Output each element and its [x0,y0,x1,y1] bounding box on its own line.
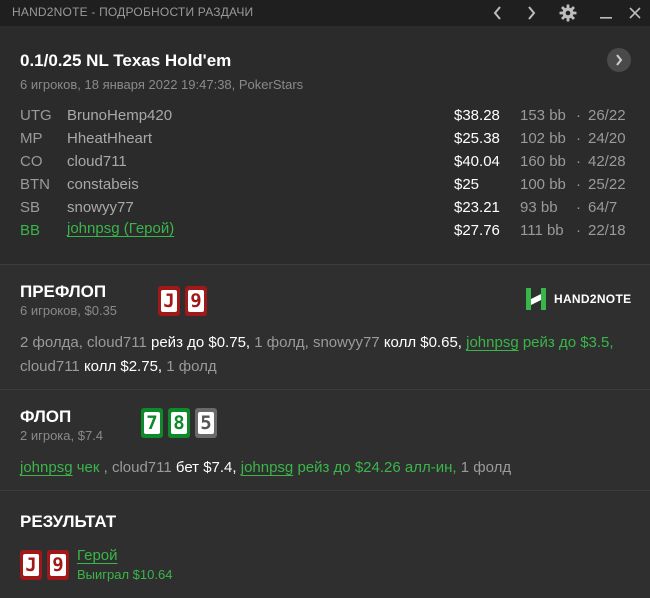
flop-actions: johnpsg чек , cloud711 бет $7.4, johnpsg… [20,459,512,476]
separator-dot: · [576,130,581,147]
preflop-title: ПРЕФЛОП [20,282,107,301]
title-bar: HAND2NOTE - ПОДРОБНОСТИ РАЗДАЧИ [0,0,650,26]
player-name[interactable]: HheatHheart [67,130,152,147]
player-stats: 25/22 [588,176,626,193]
logo-text: HAND2NOTE [554,292,632,306]
hero-link[interactable]: johnpsg [466,334,519,351]
player-stack-bb: 100 bb [520,176,566,193]
separator-dot: · [576,222,581,239]
player-stack-bb: 153 bb [520,107,566,124]
preflop-section: ПРЕФЛОП 6 игроков, $0.35 J 9 2 фолда, cl… [0,265,650,389]
preflop-sub: 6 игроков, $0.35 [20,303,118,318]
player-stats: 26/22 [588,107,626,124]
window-title: HAND2NOTE - ПОДРОБНОСТИ РАЗДАЧИ [12,5,254,19]
player-row: UTG BrunoHemp420 $38.28 153 bb · 26/22 [0,107,650,129]
hand2note-logo: HAND2NOTE [524,288,631,310]
game-info: 6 игроков, 18 января 2022 19:47:38, Poke… [20,77,304,92]
player-position: MP [20,130,43,147]
hero-link[interactable]: johnpsg [241,459,294,476]
player-stats: 22/18 [588,222,626,239]
hero-player-name[interactable]: johnpsg (Герой) [67,220,174,237]
result-won: Выиграл $10.64 [77,567,173,582]
separator-dot: · [576,107,581,124]
player-row: CO cloud711 $40.04 160 bb · 42/28 [0,153,650,175]
player-name[interactable]: cloud711 [67,153,127,170]
board-card: 5 [195,408,217,438]
chevron-left-icon [493,6,501,20]
player-stack-bb: 102 bb [520,130,566,147]
gear-icon [559,4,577,22]
player-position: BTN [20,176,50,193]
player-stack: $23.21 [454,199,500,216]
back-button[interactable] [483,0,513,26]
close-icon [629,7,641,19]
player-name[interactable]: BrunoHemp420 [67,107,172,124]
player-row: MP HheatHheart $25.38 102 bb · 24/20 [0,130,650,152]
chevron-right-icon [616,54,623,66]
hero-link[interactable]: johnpsg [20,459,73,476]
player-row: BTN constabeis $25 100 bb · 25/22 [0,176,650,198]
chevron-right-icon [528,6,536,20]
next-hand-button[interactable] [607,48,631,72]
player-stack: $40.04 [454,153,500,170]
close-button[interactable] [620,0,650,26]
player-stats: 64/7 [588,199,618,216]
player-stack: $38.28 [454,107,500,124]
player-stack: $25 [454,176,480,193]
hole-card: 9 [185,286,207,316]
player-stats: 42/28 [588,153,626,170]
result-hero-link[interactable]: Герой [77,547,118,564]
board-card: 7 [141,408,163,438]
hole-card: J [158,286,180,316]
player-position: UTG [20,107,52,124]
player-position: CO [20,153,43,170]
player-stack: $27.76 [454,222,500,239]
forward-button[interactable] [516,0,546,26]
flop-title: ФЛОП [20,407,72,426]
result-card: J [20,550,42,580]
player-stats: 24/20 [588,130,626,147]
preflop-actions: 2 фолда, cloud711 рейз до $0.75, 1 фолд,… [20,334,614,375]
player-stack-bb: 111 bb [520,222,564,239]
player-position: SB [20,199,41,216]
game-title: 0.1/0.25 NL Texas Hold'em [20,51,232,70]
hand-header: 0.1/0.25 NL Texas Hold'em 6 игроков, 18 … [0,26,650,264]
minimize-icon [600,17,612,19]
player-stack-bb: 93 bb [520,199,558,216]
separator-dot: · [576,176,581,193]
player-stack-bb: 160 bb [520,153,566,170]
player-position: BB [20,222,41,239]
player-name[interactable]: constabeis [67,176,139,193]
player-stack: $25.38 [454,130,500,147]
flop-section: ФЛОП 2 игрока, $7.4 7 8 5 johnpsg чек , … [0,390,650,490]
settings-button[interactable] [553,0,583,26]
player-name[interactable]: snowyy77 [67,199,134,216]
result-card: 9 [47,550,69,580]
flop-sub: 2 игрока, $7.4 [20,428,104,443]
minimize-button[interactable] [591,0,621,26]
hero-player-row: BB johnpsg (Герой) $27.76 111 bb · 22/18 [0,220,650,244]
result-title: РЕЗУЛЬТАТ [20,512,117,531]
player-row: SB snowyy77 $23.21 93 bb · 64/7 [0,199,650,221]
separator-dot: · [576,199,581,216]
board-card: 8 [168,408,190,438]
hand2note-logo-icon [526,288,546,310]
separator-dot: · [576,153,581,170]
